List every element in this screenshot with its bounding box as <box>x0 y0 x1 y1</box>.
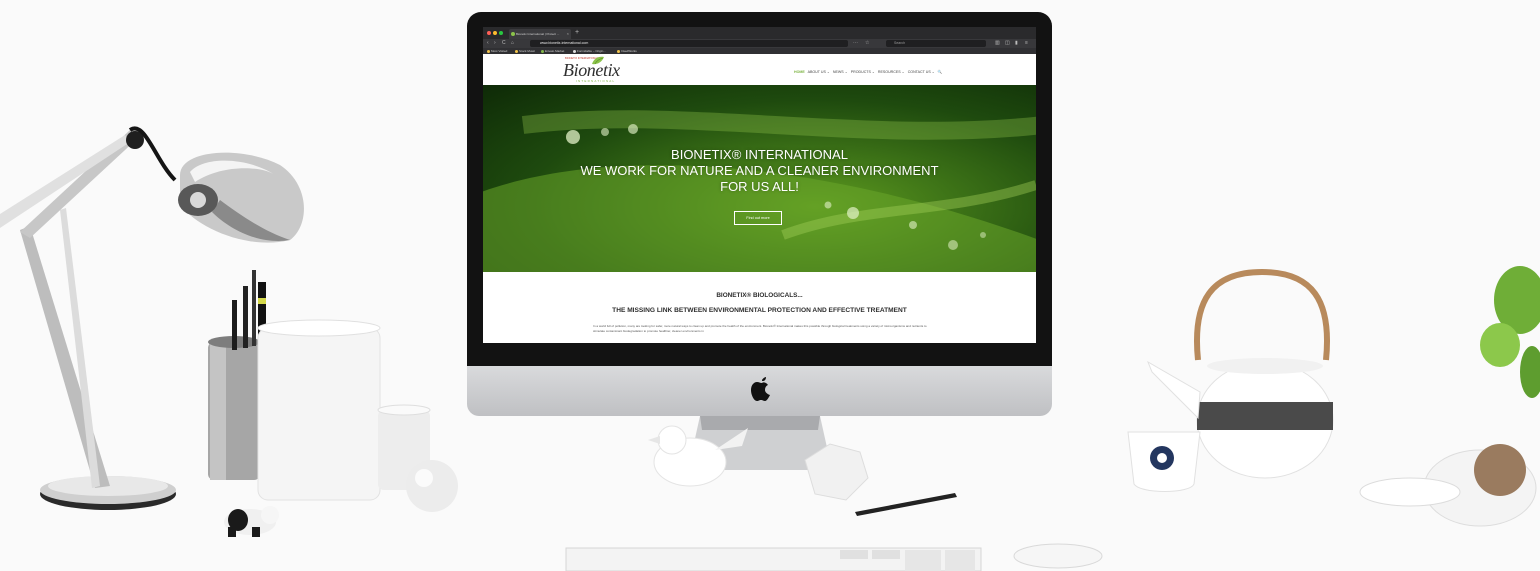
nav-news[interactable]: NEWS ⌄ <box>833 70 848 74</box>
page-actions-icon[interactable]: ⋯ <box>853 40 858 47</box>
main-nav: HOME ABOUT US ⌄ NEWS ⌄ PRODUCTS ⌄ RESOUR… <box>794 70 944 74</box>
headphones <box>1359 444 1537 527</box>
nav-search-icon[interactable]: 🔍 <box>938 70 942 74</box>
forward-button[interactable]: › <box>494 40 496 47</box>
sidebar-icon[interactable]: ◫ <box>1005 40 1010 47</box>
intro-subheading: THE MISSING LINK BETWEEN ENVIRONMENTAL P… <box>612 307 907 314</box>
lantern <box>257 319 381 501</box>
bookmark-star-icon[interactable]: ☆ <box>865 40 869 47</box>
favicon-icon <box>511 32 515 36</box>
tab-close-icon[interactable]: × <box>567 29 569 39</box>
extension-icon[interactable]: ▮ <box>1015 40 1018 47</box>
url-text: www.bionetix-international.com <box>540 41 589 45</box>
close-window-icon[interactable] <box>487 31 491 35</box>
search-placeholder: Search <box>894 41 906 45</box>
find-out-more-button[interactable]: Find out more <box>734 211 782 225</box>
zoom-window-icon[interactable] <box>499 31 503 35</box>
intro-section: BIONETIX® BIOLOGICALS... THE MISSING LIN… <box>483 272 1036 343</box>
nav-products[interactable]: PRODUCTS ⌄ <box>851 70 875 74</box>
tab-bar: Bionetix International | Protect ... × + <box>483 27 1036 39</box>
tab-title: Bionetix International | Protect ... <box>516 32 560 36</box>
keyboard <box>565 547 982 571</box>
plant <box>1480 266 1540 398</box>
pencil-cup <box>208 270 266 480</box>
hero-banner: BIONETIX® INTERNATIONAL WE WORK FOR NATU… <box>483 85 1036 272</box>
teacup <box>1127 431 1201 492</box>
nav-resources[interactable]: RESOURCES ⌄ <box>878 70 905 74</box>
search-input[interactable]: Search <box>886 40 986 47</box>
browser-toolbar: ‹ › C ⌂ www.bionetix-international.com ⋯… <box>483 39 1036 48</box>
desk-scene: Bionetix International | Protect ... × +… <box>0 0 1540 571</box>
intro-heading: BIONETIX® BIOLOGICALS... <box>716 292 803 299</box>
site-header: BIONETIX INTERNATIONAL Bionetix INTERNAT… <box>483 54 1036 85</box>
glass-sphere <box>406 460 458 512</box>
pencil <box>855 493 957 516</box>
minimize-window-icon[interactable] <box>493 31 497 35</box>
hero-subtitle-line-2: FOR US ALL! <box>720 179 799 194</box>
library-icon[interactable]: ▥ <box>995 40 1000 47</box>
apple-logo-icon <box>751 377 770 401</box>
hero-subtitle: WE WORK FOR NATURE AND A CLEANER ENVIRON… <box>483 163 1036 195</box>
logo-subtitle: INTERNATIONAL <box>576 79 616 83</box>
nav-home[interactable]: HOME <box>794 70 805 74</box>
panda-figurine <box>224 506 279 537</box>
home-button[interactable]: ⌂ <box>511 40 514 47</box>
url-bar[interactable]: www.bionetix-international.com <box>530 40 848 47</box>
tab-bionetix[interactable]: Bionetix International | Protect ... × <box>509 29 571 39</box>
mouse <box>1013 543 1103 569</box>
menu-icon[interactable]: ≡ <box>1025 40 1028 47</box>
back-button[interactable]: ‹ <box>487 40 489 47</box>
nav-contact-us[interactable]: CONTACT US ⌄ <box>908 70 935 74</box>
reload-button[interactable]: C <box>502 40 506 47</box>
nav-about-us[interactable]: ABOUT US ⌄ <box>808 70 830 74</box>
site-logo[interactable]: Bionetix <box>563 60 620 81</box>
intro-paragraph: In a world full of pollution, many are l… <box>593 324 927 333</box>
new-tab-button[interactable]: + <box>575 27 579 39</box>
browser-window: Bionetix International | Protect ... × +… <box>483 27 1036 343</box>
hero-subtitle-line-1: WE WORK FOR NATURE AND A CLEANER ENVIRON… <box>580 163 939 178</box>
hero-title: BIONETIX® INTERNATIONAL <box>671 147 848 162</box>
